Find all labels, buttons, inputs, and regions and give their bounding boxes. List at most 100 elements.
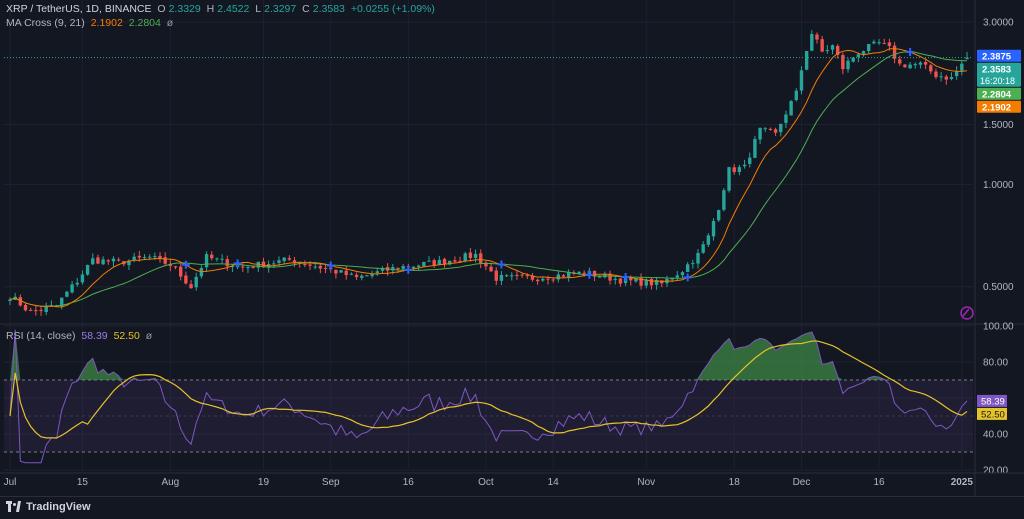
candle-body [442, 258, 447, 265]
candle-body [898, 59, 902, 64]
ma-cross-legend[interactable]: MA Cross (9, 21) 2.1902 2.2804 ø [6, 17, 176, 30]
rsi-ma-tag: 52.50 [981, 409, 1005, 420]
hide-rsi-icon[interactable]: ø [146, 330, 152, 342]
candle-body [535, 279, 540, 282]
candle-body [277, 260, 281, 263]
rsi-tick-label: 80.00 [983, 358, 1008, 369]
candle-body [360, 275, 364, 278]
rsi-tick-label: 100.00 [983, 322, 1014, 333]
candle-body [427, 260, 431, 262]
candle-body [742, 164, 747, 167]
cross-marker-icon [326, 261, 335, 270]
hide-indicator-icon[interactable]: ø [167, 17, 173, 29]
candle-body [479, 253, 483, 264]
candle-body [830, 45, 835, 50]
candle-body [929, 65, 933, 72]
candle-body [918, 62, 923, 65]
candle-body [867, 43, 871, 52]
rsi-label[interactable]: RSI (14, close) [6, 330, 75, 342]
candle-body [339, 270, 343, 273]
candle-body [194, 276, 198, 288]
candle-body [877, 42, 881, 44]
symbol-title[interactable]: XRP / TetherUS, 1D, BINANCE [6, 3, 152, 15]
price-tick-label: 0.5000 [983, 282, 1014, 293]
ma-slow-value: 2.2804 [128, 17, 161, 29]
candle-body [354, 274, 359, 278]
time-tick-label: Jul [4, 477, 17, 488]
time-tick-label: 18 [729, 477, 741, 488]
candle-body [489, 266, 493, 272]
candle-body [75, 282, 79, 285]
candle-body [308, 264, 312, 266]
candle-body [225, 259, 229, 267]
candle-body [272, 263, 276, 265]
candle-body [779, 123, 783, 133]
candle-body [510, 275, 514, 277]
candle-body [546, 278, 550, 280]
symbol-legend[interactable]: XRP / TetherUS, 1D, BINANCE O 2.3329 H 2.4… [6, 3, 438, 16]
candle-body [706, 235, 711, 245]
candle-body [887, 42, 892, 46]
candle-body [44, 306, 48, 312]
time-tick-label: Sep [322, 477, 340, 488]
candle-body [287, 258, 292, 260]
candle-body [189, 284, 193, 289]
candle-body [34, 310, 38, 312]
ma-slow-line [9, 51, 968, 307]
time-tick-label: Dec [793, 477, 811, 488]
tradingview-logo[interactable]: TradingView [6, 501, 91, 513]
candle-body [116, 259, 121, 261]
chart-canvas[interactable]: 0.50001.00001.50003.00002.38752.358316:2… [0, 0, 1024, 496]
candle-body [401, 266, 405, 269]
tag-ma-slow-label: 2.2804 [982, 89, 1012, 100]
candle-body [137, 255, 142, 258]
candle-body [541, 278, 545, 281]
candle-body [91, 258, 95, 265]
candle-body [913, 64, 917, 66]
candle-body [753, 139, 757, 158]
candle-body [944, 76, 949, 80]
close-label: C [302, 3, 310, 15]
time-tick-label: 16 [403, 477, 415, 488]
candle-body [515, 274, 519, 276]
candle-body [799, 70, 804, 91]
candle-body [903, 64, 907, 68]
candle-body [825, 50, 830, 52]
ma-fast-line [9, 48, 968, 308]
candle-body [39, 309, 43, 311]
time-tick-label: 16 [873, 477, 885, 488]
candle-body [349, 273, 354, 275]
candle-body [882, 43, 886, 45]
candle-body [892, 45, 897, 59]
candle-body [111, 258, 116, 262]
candle-body [727, 167, 731, 191]
candle-body [939, 76, 943, 78]
price-axis: 0.5000 1.0000 1.5000 3.0000 2.3875 2.358316:2… [977, 18, 1021, 293]
candle-body [142, 257, 147, 259]
low-value: 2.3297 [264, 3, 297, 15]
rsi-tick-label: 20.00 [983, 466, 1008, 477]
time-tick-label: 15 [77, 477, 89, 488]
cross-marker-icon [497, 260, 506, 269]
candle-body [494, 270, 498, 281]
candle-body [613, 278, 617, 280]
candle-body [598, 276, 602, 278]
ma-cross-label[interactable]: MA Cross (9, 21) [6, 17, 85, 29]
time-axis: Jul 15 Aug 19 Sep 16 Oct 14 Nov 18 Dec 16 2025 [4, 477, 974, 488]
candle-body [856, 54, 861, 57]
candle-body [468, 252, 473, 259]
candle-body [649, 278, 654, 286]
candle-body [375, 271, 379, 274]
high-label: H [206, 3, 215, 15]
candle-body [344, 270, 348, 276]
candle-body [908, 64, 912, 69]
candle-body [711, 221, 716, 237]
rsi-legend[interactable]: RSI (14, close) 58.39 52.50 ø [6, 330, 155, 343]
chart-area[interactable]: 0.5000 1.0000 1.5000 3.0000 2.3875 2.3583 16:2… [0, 0, 1024, 519]
candle-body [737, 167, 742, 173]
candle-body [618, 278, 623, 284]
candle-body [463, 253, 467, 262]
candle-body [282, 257, 286, 262]
tag-high-label: 2.3875 [982, 51, 1012, 62]
time-tick-label: Oct [478, 477, 494, 488]
